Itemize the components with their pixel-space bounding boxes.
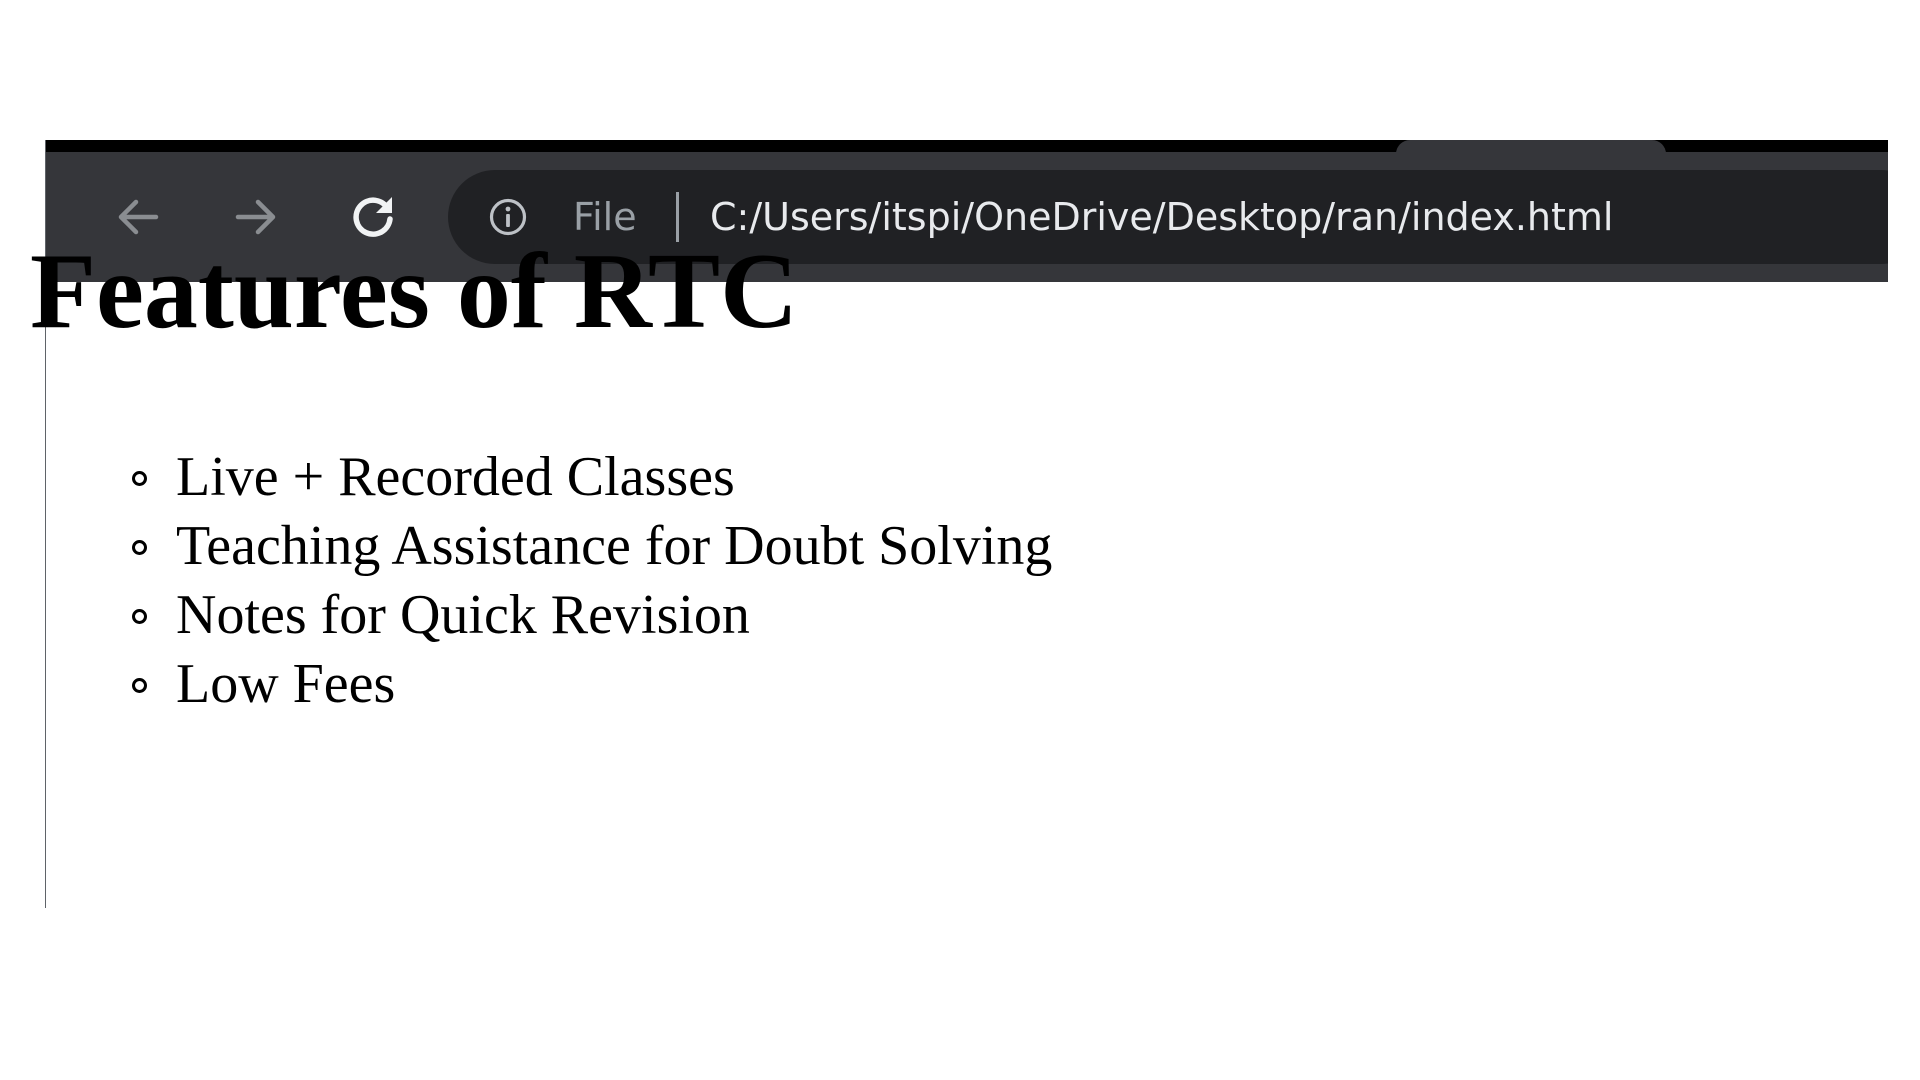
list-item-label: Live + Recorded Classes	[176, 446, 735, 508]
page-title: Features of RTC	[30, 232, 799, 351]
url-text[interactable]: C:/Users/itspi/OneDrive/Desktop/ran/inde…	[710, 188, 1613, 246]
list-item: Teaching Assistance for Doubt Solving	[100, 512, 1052, 581]
list-item-label: Low Fees	[176, 653, 396, 715]
list-item-label: Notes for Quick Revision	[176, 584, 750, 646]
info-circle-icon[interactable]	[488, 197, 528, 237]
bullet-icon	[132, 609, 147, 624]
list-item: Live + Recorded Classes	[100, 443, 1052, 512]
feature-list: Live + Recorded Classes Teaching Assista…	[100, 443, 1052, 719]
bullet-icon	[132, 471, 147, 486]
list-item: Notes for Quick Revision	[100, 581, 1052, 650]
list-item: Low Fees	[100, 650, 1052, 719]
list-item-label: Teaching Assistance for Doubt Solving	[176, 515, 1053, 577]
bullet-icon	[132, 540, 147, 555]
bullet-icon	[132, 678, 147, 693]
